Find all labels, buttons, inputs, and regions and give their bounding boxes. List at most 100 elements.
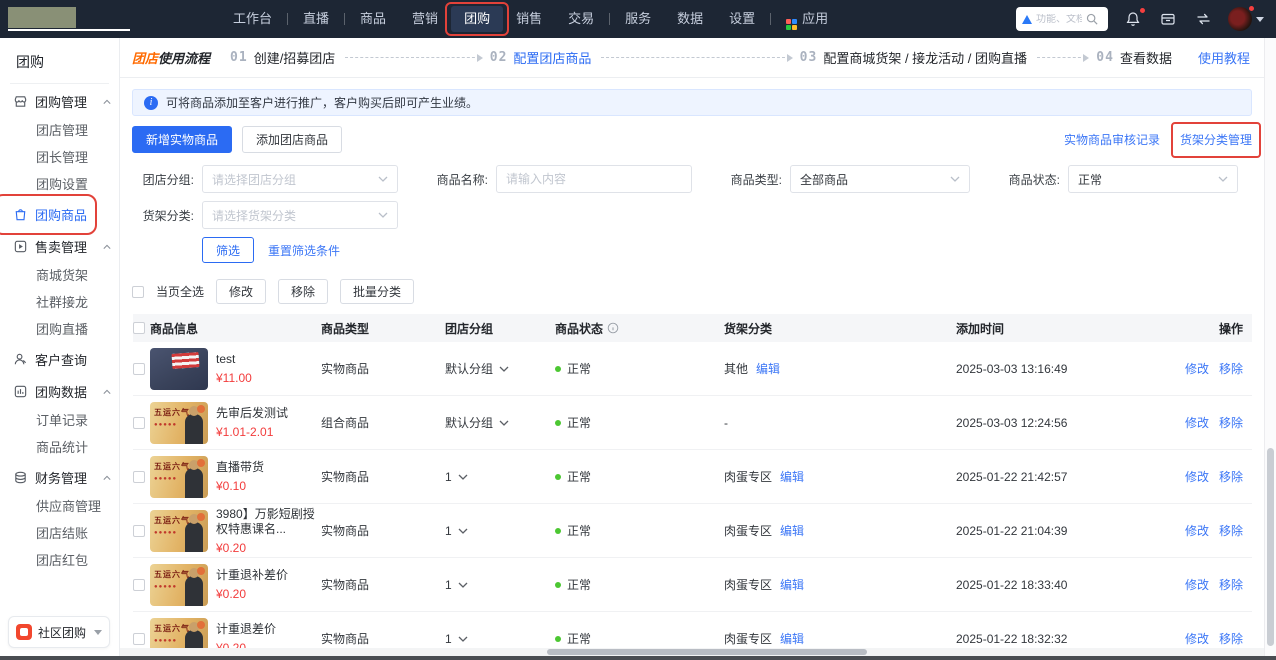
shelf-edit-link[interactable]: 编辑 [756,360,780,377]
sidebar-group-groupbuy-management[interactable]: 团购管理 [0,87,119,116]
global-search-box[interactable] [1016,7,1108,31]
store-group-cell[interactable]: 1 [445,524,555,538]
sidebar-item-mall-shelf[interactable]: 商城货架 [0,261,119,288]
chevron-down-icon[interactable] [458,636,468,642]
header-checkbox[interactable] [133,322,145,334]
batch-classify-button[interactable]: 批量分类 [340,279,414,304]
row-edit-link[interactable]: 修改 [1185,414,1209,431]
reset-filters-link[interactable]: 重置筛选条件 [268,242,340,259]
chevron-down-icon[interactable] [458,582,468,588]
notification-bell-icon[interactable] [1123,9,1143,29]
nav-item-sales[interactable]: 销售 [503,6,555,32]
row-edit-link[interactable]: 修改 [1185,360,1209,377]
chevron-down-icon[interactable] [499,420,509,426]
goods-name-input-wrap[interactable] [496,165,692,193]
row-edit-link[interactable]: 修改 [1185,468,1209,485]
sidebar-group-finance-management[interactable]: 财务管理 [0,463,119,492]
shelf-cell: - [724,416,956,430]
tutorial-link[interactable]: 使用教程 [1198,48,1250,67]
shelf-edit-link[interactable]: 编辑 [780,630,804,647]
search-icon[interactable] [1086,13,1098,25]
sidebar-group-sell-management[interactable]: 售卖管理 [0,232,119,261]
sidebar-item-store-redpacket[interactable]: 团店红包 [0,546,119,573]
shelf-category-select[interactable]: 请选择货架分类 [202,201,398,229]
nav-item-goods[interactable]: 商品 [347,6,399,32]
sidebar-item-leader-management[interactable]: 团长管理 [0,143,119,170]
physical-goods-audit-link[interactable]: 实物商品审核记录 [1064,131,1160,148]
goods-name-input[interactable] [506,172,682,186]
shelf-edit-link[interactable]: 编辑 [780,522,804,539]
store-group-cell[interactable]: 1 [445,632,555,646]
search-input[interactable] [1036,14,1082,25]
sidebar-item-community-chain[interactable]: 社群接龙 [0,288,119,315]
sidebar-item-groupbuy-goods[interactable]: 团购商品 [0,200,119,229]
add-store-goods-button[interactable]: 添加团店商品 [242,126,342,153]
chevron-down-icon[interactable] [458,528,468,534]
storage-box-icon[interactable] [1158,9,1178,29]
vertical-scrollbar[interactable] [1264,38,1276,656]
sidebar-item-groupbuy-settings[interactable]: 团购设置 [0,170,119,197]
store-group-cell[interactable]: 1 [445,470,555,484]
select-all-checkbox[interactable] [132,286,144,298]
row-checkbox[interactable] [133,471,145,483]
filter-button[interactable]: 筛选 [202,237,254,263]
store-group-cell[interactable]: 默认分组 [445,360,555,377]
store-group-cell[interactable]: 默认分组 [445,414,555,431]
store-group-select[interactable]: 请选择团店分组 [202,165,398,193]
row-remove-link[interactable]: 移除 [1219,468,1243,485]
nav-item-settings[interactable]: 设置 [716,6,768,32]
horizontal-scrollbar[interactable] [120,648,1264,656]
nav-item-groupbuy[interactable]: 团购 [451,6,503,32]
row-checkbox[interactable] [133,633,145,645]
product-name: 3980】万影短剧授权特惠课名... [216,507,316,537]
row-remove-link[interactable]: 移除 [1219,522,1243,539]
row-edit-link[interactable]: 修改 [1185,522,1209,539]
batch-edit-button[interactable]: 修改 [216,279,266,304]
row-remove-link[interactable]: 移除 [1219,414,1243,431]
shelf-category-manage-link[interactable]: 货架分类管理 [1180,133,1252,147]
row-remove-link[interactable]: 移除 [1219,360,1243,377]
sidebar-item-order-records[interactable]: 订单记录 [0,406,119,433]
row-remove-link[interactable]: 移除 [1219,630,1243,647]
shelf-edit-link[interactable]: 编辑 [780,576,804,593]
horizontal-scrollbar-thumb[interactable] [547,649,867,655]
product-type: 实物商品 [321,468,445,485]
store-group-cell[interactable]: 1 [445,578,555,592]
flow-step-1: 01 创建/招募团店 [230,48,335,67]
switch-account-icon[interactable] [1193,9,1213,29]
nav-item-apps[interactable]: 应用 [773,6,841,32]
user-avatar-menu[interactable] [1228,7,1264,31]
add-physical-goods-button[interactable]: 新增实物商品 [132,126,232,153]
sidebar-item-goods-statistics[interactable]: 商品统计 [0,433,119,460]
info-circle-icon[interactable] [607,322,619,334]
chevron-down-icon[interactable] [499,366,509,372]
sidebar-item-supplier-management[interactable]: 供应商管理 [0,492,119,519]
row-remove-link[interactable]: 移除 [1219,576,1243,593]
row-checkbox[interactable] [133,363,145,375]
chevron-down-icon[interactable] [458,474,468,480]
sidebar-item-store-settlement[interactable]: 团店结账 [0,519,119,546]
nav-item-trade[interactable]: 交易 [555,6,607,32]
row-checkbox[interactable] [133,417,145,429]
nav-item-workbench[interactable]: 工作台 [220,6,285,32]
sidebar-item-store-management[interactable]: 团店管理 [0,116,119,143]
nav-item-data[interactable]: 数据 [664,6,716,32]
batch-remove-button[interactable]: 移除 [278,279,328,304]
vertical-scrollbar-thumb[interactable] [1267,448,1274,646]
goods-type-select[interactable]: 全部商品 [790,165,970,193]
avatar[interactable] [1228,7,1252,31]
app-switcher-community-groupbuy[interactable]: 社区团购 [8,616,110,648]
row-edit-link[interactable]: 修改 [1185,576,1209,593]
shelf-edit-link[interactable]: 编辑 [780,468,804,485]
sidebar-item-groupbuy-live[interactable]: 团购直播 [0,315,119,342]
row-edit-link[interactable]: 修改 [1185,630,1209,647]
row-checkbox[interactable] [133,525,145,537]
row-checkbox[interactable] [133,579,145,591]
nav-item-live[interactable]: 直播 [290,6,342,32]
sidebar-group-groupbuy-data[interactable]: 团购数据 [0,377,119,406]
nav-item-service[interactable]: 服务 [612,6,664,32]
goods-status-select[interactable]: 正常 [1068,165,1238,193]
nav-item-marketing[interactable]: 营销 [399,6,451,32]
sidebar-item-customer-query[interactable]: 客户查询 [0,345,119,374]
info-alert: i 可将商品添加至客户进行推广，客户购买后即可产生业绩。 [132,89,1252,116]
